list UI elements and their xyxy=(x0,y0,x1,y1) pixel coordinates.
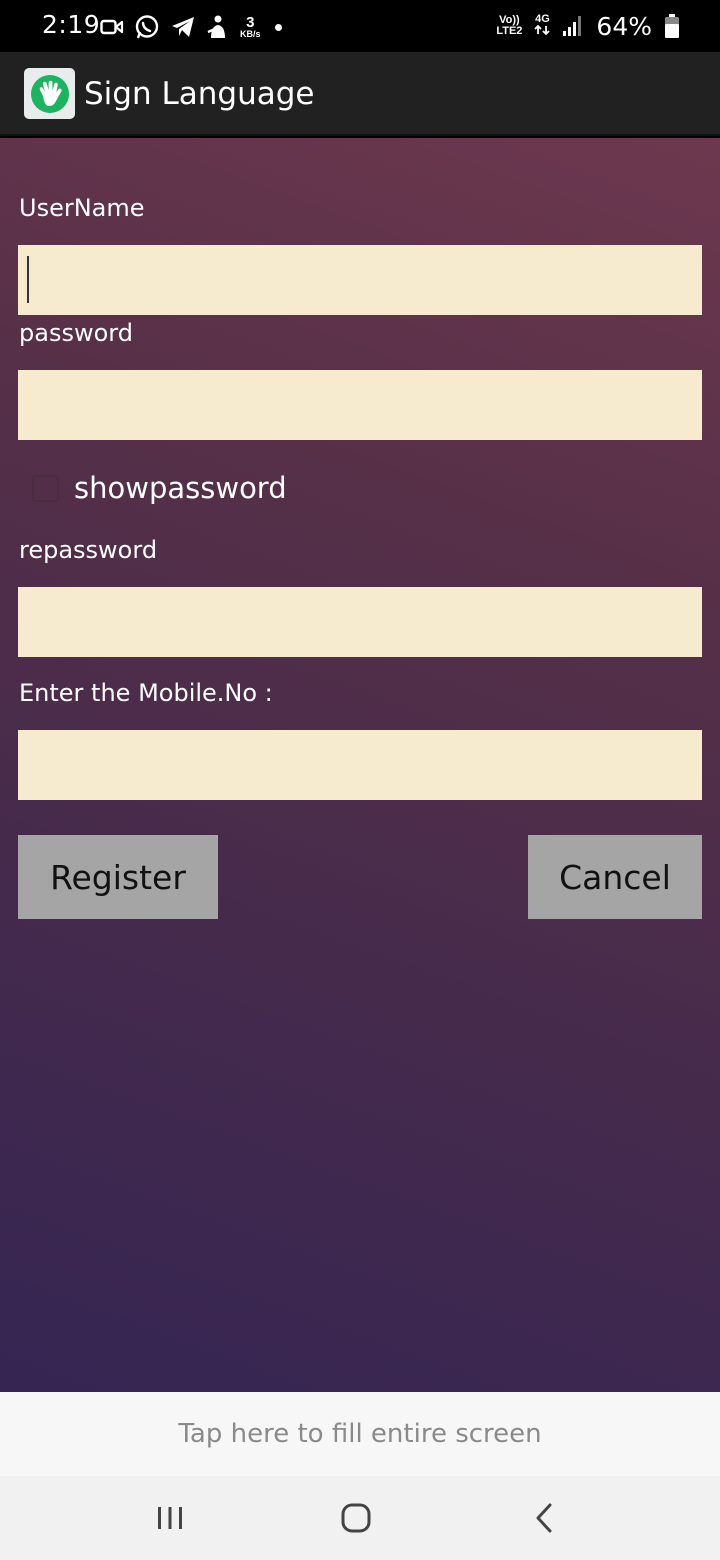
home-icon[interactable] xyxy=(326,1496,386,1540)
status-bar: 2:19 3 KB/s Vo)) LTE2 4G 64% xyxy=(0,0,720,52)
network-speed: 3 KB/s xyxy=(240,15,261,39)
more-notifications-dot xyxy=(274,23,282,31)
network-type-label: 4G xyxy=(535,13,550,25)
show-password-label[interactable]: showpassword xyxy=(74,471,287,505)
password-input[interactable] xyxy=(18,370,702,440)
network-speed-unit: KB/s xyxy=(240,29,261,39)
video-call-icon xyxy=(100,17,124,37)
hand-wave-icon xyxy=(30,74,69,113)
recents-icon[interactable] xyxy=(140,1496,200,1540)
show-password-checkbox[interactable] xyxy=(32,474,59,502)
app-logo xyxy=(24,68,75,119)
status-system-icons: Vo)) LTE2 4G 64% xyxy=(496,10,680,42)
fill-screen-banner[interactable]: Tap here to fill entire screen xyxy=(0,1392,720,1476)
download-activity-icon xyxy=(206,14,230,40)
cancel-button[interactable]: Cancel xyxy=(528,835,702,919)
username-input[interactable] xyxy=(18,245,702,315)
repassword-input[interactable] xyxy=(18,587,702,657)
mobile-input[interactable] xyxy=(18,730,702,800)
volte-indicator: Vo)) LTE2 xyxy=(496,15,522,37)
show-password-row[interactable]: showpassword xyxy=(32,468,287,508)
password-label: password xyxy=(19,319,133,347)
register-form: UserName password showpassword repasswor… xyxy=(0,138,720,1392)
battery-icon xyxy=(664,13,680,39)
telegram-icon xyxy=(170,15,196,39)
mobile-label: Enter the Mobile.No : xyxy=(19,679,273,707)
data-arrows-icon xyxy=(534,24,551,38)
network-speed-value: 3 xyxy=(246,14,255,31)
network-type-indicator: 4G xyxy=(534,13,551,38)
signal-strength-icon xyxy=(562,14,584,38)
fill-screen-text[interactable]: Tap here to fill entire screen xyxy=(178,1419,541,1449)
username-label: UserName xyxy=(19,194,145,222)
status-time: 2:19 xyxy=(42,10,101,39)
app-title: Sign Language xyxy=(84,76,315,112)
register-button[interactable]: Register xyxy=(18,835,218,919)
repassword-label: repassword xyxy=(19,536,158,564)
back-icon[interactable] xyxy=(514,1496,574,1540)
app-bar: Sign Language xyxy=(0,52,720,136)
navigation-bar xyxy=(0,1476,720,1560)
status-notification-icons: 3 KB/s xyxy=(100,12,282,42)
battery-percent: 64% xyxy=(596,11,652,41)
volte-bottom-label: LTE2 xyxy=(496,25,523,37)
whatsapp-icon xyxy=(134,14,160,40)
text-cursor xyxy=(27,256,29,303)
